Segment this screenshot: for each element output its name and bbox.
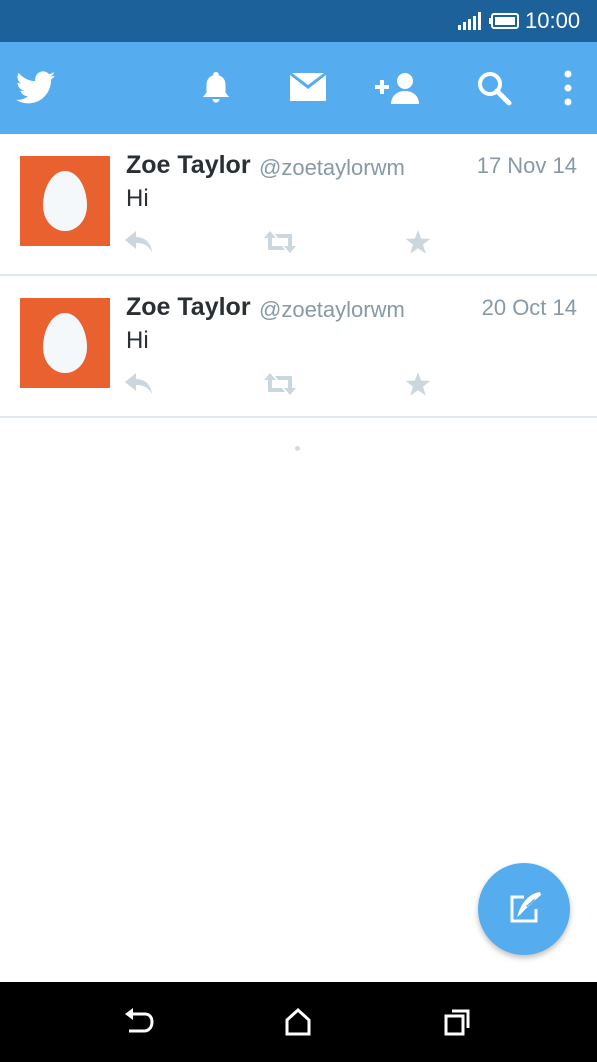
retweet-icon[interactable] [262,370,298,398]
notifications-bell-icon[interactable] [196,66,236,110]
tweet-item[interactable]: Zoe Taylor @zoetaylorwm 20 Oct 14 Hi [0,276,597,418]
signal-icon [458,12,481,30]
tweet-date: 17 Nov 14 [476,153,577,178]
reply-icon[interactable] [121,370,157,398]
avatar[interactable] [20,156,110,246]
search-icon[interactable] [474,66,514,110]
tweet-author-name[interactable]: Zoe Taylor [126,151,251,180]
retweet-icon[interactable] [262,228,298,256]
recents-icon[interactable] [437,1004,477,1040]
default-egg-avatar-icon [43,171,87,231]
tweet-text: Hi [126,185,149,212]
status-time: 10:00 [525,8,581,33]
messages-envelope-icon[interactable] [288,66,328,110]
avatar[interactable] [20,298,110,388]
tweet-item[interactable]: Zoe Taylor @zoetaylorwm 17 Nov 14 Hi [0,134,597,276]
loading-indicator [295,446,300,451]
system-navigation-bar [0,982,597,1062]
default-egg-avatar-icon [43,313,87,373]
compose-tweet-icon [510,892,541,923]
back-icon[interactable] [119,1004,159,1040]
favorite-star-icon[interactable] [400,228,436,256]
tweet-author-handle: @zoetaylorwm [259,297,405,322]
tweet-author-name[interactable]: Zoe Taylor [126,293,251,322]
tweet-text: Hi [126,327,149,354]
tweet-date: 20 Oct 14 [481,295,577,320]
tweet-author-handle: @zoetaylorwm [259,155,405,180]
twitter-bird-icon[interactable] [14,66,58,110]
reply-icon[interactable] [121,228,157,256]
home-icon[interactable] [278,1004,318,1040]
overflow-menu-icon[interactable] [556,66,580,110]
compose-tweet-button[interactable] [478,863,570,955]
follow-add-user-icon[interactable] [372,66,424,110]
favorite-star-icon[interactable] [400,370,436,398]
battery-icon [489,13,519,29]
status-bar: 10:00 [0,0,597,42]
app-bar [0,42,597,134]
